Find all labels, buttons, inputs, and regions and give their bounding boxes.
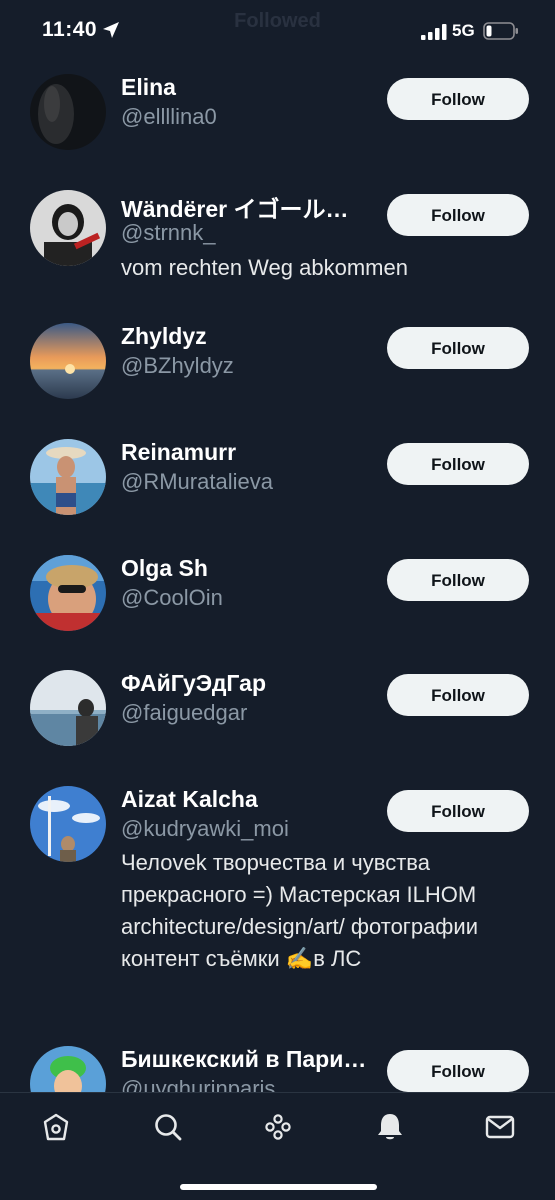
user-bio: vom rechten Weg abkommen: [121, 255, 408, 280]
notifications-icon[interactable]: [374, 1111, 406, 1143]
battery-icon: [483, 22, 518, 40]
user-name: ФАйГуЭдГар: [121, 670, 266, 696]
user-name: Wändërer イゴール…: [121, 196, 349, 222]
follow-button[interactable]: Follow: [387, 559, 529, 601]
avatar[interactable]: [30, 1046, 106, 1092]
follow-button[interactable]: Follow: [387, 1050, 529, 1092]
user-name: Бишкекский в Пари…: [121, 1046, 367, 1072]
avatar[interactable]: [30, 670, 106, 746]
user-handle: @kudryawki_moi: [121, 816, 289, 841]
user-name: Elina: [121, 74, 176, 100]
user-row[interactable]: Zhyldyz @BZhyldyz Follow: [0, 309, 555, 399]
user-handle: @ellllina0: [121, 104, 217, 129]
home-icon[interactable]: [40, 1111, 72, 1143]
avatar[interactable]: [30, 190, 106, 266]
follow-button[interactable]: Follow: [387, 790, 529, 832]
network-type: 5G: [452, 21, 475, 40]
avatar[interactable]: [30, 555, 106, 631]
user-row[interactable]: Бишкекский в Пари… @uyghurinparis Follow: [0, 1032, 555, 1092]
clock: 11:40: [42, 18, 98, 41]
user-handle: @RMuratalieva: [121, 469, 273, 494]
home-indicator[interactable]: [180, 1184, 377, 1190]
avatar[interactable]: [30, 74, 106, 150]
user-handle: @CoolOin: [121, 585, 223, 610]
follow-list[interactable]: Elina @ellllina0 Follow Wändërer イゴール… @…: [0, 0, 555, 1092]
user-handle: @faiguedgar: [121, 700, 248, 725]
user-row[interactable]: Wändërer イゴール… @strnnk_ vom rechten Weg …: [0, 176, 555, 286]
avatar[interactable]: [30, 439, 106, 515]
user-row[interactable]: ФАйГуЭдГар @faiguedgar Follow: [0, 656, 555, 746]
user-row[interactable]: Elina @ellllina0 Follow: [0, 60, 555, 150]
user-handle: @BZhyldyz: [121, 353, 234, 378]
user-row[interactable]: Olga Sh @CoolOin Follow: [0, 541, 555, 631]
follow-button[interactable]: Follow: [387, 443, 529, 485]
follow-button[interactable]: Follow: [387, 78, 529, 120]
status-bar: Followed 11:40 5G: [0, 0, 555, 62]
user-row[interactable]: Aizat Kalcha @kudryawki_moi Челоvek твор…: [0, 772, 555, 1012]
user-handle: @uyghurinparis: [121, 1076, 276, 1092]
spaces-icon[interactable]: [262, 1111, 294, 1143]
signal-icon: [421, 24, 447, 40]
avatar[interactable]: [30, 323, 106, 399]
follow-button[interactable]: Follow: [387, 194, 529, 236]
follow-button[interactable]: Follow: [387, 674, 529, 716]
user-name: Olga Sh: [121, 555, 208, 581]
user-row[interactable]: Reinamurr @RMuratalieva Follow: [0, 425, 555, 515]
user-name: Zhyldyz: [121, 323, 207, 349]
user-handle: @strnnk_: [121, 220, 216, 245]
user-name: Aizat Kalcha: [121, 786, 258, 812]
messages-icon[interactable]: [484, 1111, 516, 1143]
follow-button[interactable]: Follow: [387, 327, 529, 369]
search-icon[interactable]: [152, 1111, 184, 1143]
avatar[interactable]: [30, 786, 106, 862]
user-name: Reinamurr: [121, 439, 237, 465]
user-bio: Челоvek творчества и чувства прекрасного…: [121, 850, 478, 971]
location-arrow-icon: [103, 22, 119, 38]
